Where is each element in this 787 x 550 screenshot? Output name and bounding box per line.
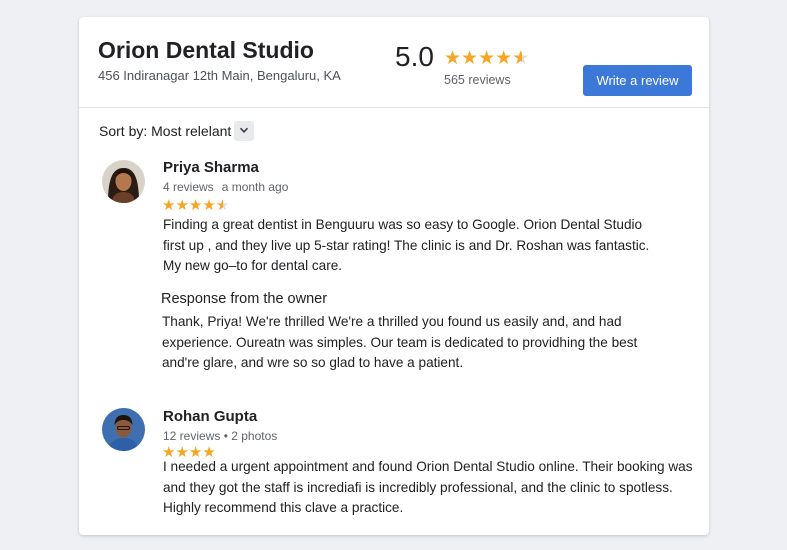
review-text-line: Finding a great dentist in Benguuru was … (163, 217, 643, 232)
business-header: Orion Dental Studio 456 Indiranagar 12th… (79, 17, 709, 108)
review-text-line: I needed a urgent appointment and found … (163, 459, 693, 474)
owner-response-line: and're glare, and wre so so glad to have… (162, 355, 464, 370)
review-text-line: first up , and they live up 5-star ratin… (163, 237, 650, 253)
review-text-line: and they got the staff is incrediafi is … (163, 479, 673, 495)
reviewer-review-count: 12 reviews • 2 photos (163, 429, 278, 443)
star-icon: ★ (202, 197, 216, 214)
avatar[interactable] (102, 408, 145, 451)
reviewer-name[interactable]: Priya Sharma (163, 159, 259, 176)
business-reviews-card: Orion Dental Studio 456 Indiranagar 12th… (79, 17, 709, 535)
star-icon: ★ (162, 197, 176, 214)
reviewer-review-count: 4 reviews (163, 180, 214, 194)
star-icon: ★ (461, 48, 479, 69)
star-icon: ★ (495, 48, 513, 69)
reviewer-name[interactable]: Rohan Gupta (163, 408, 257, 425)
owner-response-text: Thank, Priya! We're thrilled We're a thr… (162, 312, 692, 374)
star-icon: ★ (175, 197, 189, 214)
write-review-button[interactable]: Write a review (583, 65, 692, 96)
review-text-line: My new go–to for dental care. (163, 258, 343, 273)
half-star-icon: ★ (512, 49, 529, 68)
owner-response-title: Response from the owner (161, 291, 328, 307)
avatar[interactable] (102, 160, 145, 203)
star-icon: ★ (444, 48, 462, 69)
review-text: Finding a great dentist in Benguuru was … (163, 215, 693, 277)
reviewer-meta: 4 reviews a month ago (163, 180, 288, 194)
star-icon: ★ (188, 197, 203, 214)
business-address: 456 Indiranagar 12th Main, Bengaluru, KA (98, 68, 341, 83)
review-text-line: Highly recommend this clave a practice. (163, 500, 404, 515)
reviewer-meta: 12 reviews • 2 photos (163, 429, 277, 443)
review-time: a month ago (221, 180, 289, 194)
review-count: 565 reviews (444, 73, 511, 87)
sort-dropdown[interactable]: Sort by: Most relelant (99, 121, 255, 141)
sort-label: Sort by: Most relelant (99, 123, 232, 139)
overall-rating: 5.0 (395, 41, 434, 72)
review-text: I needed a urgent appointment and found … (163, 457, 693, 519)
half-star-icon: ★ (216, 198, 229, 213)
owner-response-line: experience. Oureatn was simples. Our tea… (162, 334, 638, 350)
review-rating-stars: ★★★★★ (162, 198, 229, 213)
business-name: Orion Dental Studio (98, 37, 314, 63)
overall-rating-stars: ★★★★★ (444, 49, 529, 68)
owner-response-line: Thank, Priya! We're thrilled We're a thr… (162, 314, 622, 329)
chevron-down-icon[interactable] (234, 121, 255, 141)
star-icon: ★ (478, 48, 496, 69)
